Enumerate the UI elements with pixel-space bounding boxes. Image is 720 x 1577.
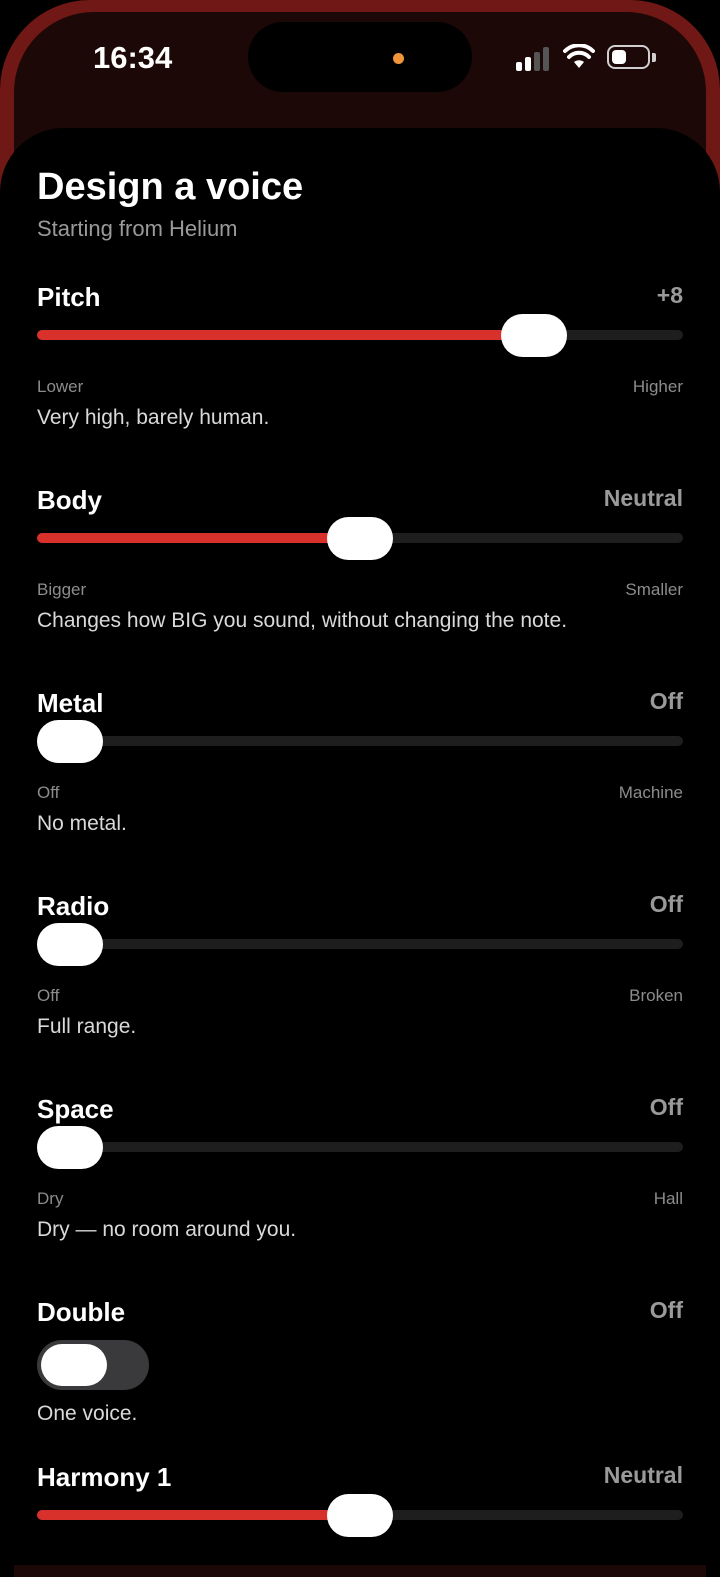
battery-icon [607, 45, 650, 69]
slider-label: Space [37, 1094, 114, 1124]
slider-value: Off [649, 891, 683, 917]
slider-label: Pitch [37, 282, 101, 312]
slider-value: +8 [656, 282, 683, 308]
slider-label: Body [37, 485, 102, 515]
slider-track[interactable] [37, 330, 683, 340]
slider-thumb[interactable] [327, 517, 393, 560]
slider-min-label: Lower [37, 377, 84, 396]
slider-max-label: Machine [618, 783, 683, 802]
cellular-signal-icon [516, 47, 550, 71]
slider-fill [37, 1510, 360, 1520]
slider-min-label: Off [37, 783, 60, 802]
slider-max-label: Higher [632, 377, 683, 396]
slider-description: Changes how BIG you sound, without chang… [37, 609, 568, 632]
slider-value: Neutral [603, 485, 683, 511]
slider-description: Full range. [37, 1015, 137, 1038]
toggle-value: Off [649, 1297, 683, 1323]
dynamic-island [248, 22, 472, 92]
slider-fill [37, 330, 534, 340]
slider-max-label: Smaller [625, 580, 683, 599]
wifi-icon [563, 44, 595, 68]
slider-value: Off [649, 1094, 683, 1120]
slider-label: Radio [37, 891, 110, 921]
slider-max-label: Broken [629, 986, 683, 1005]
slider-description: Very high, barely human. [37, 406, 270, 429]
double-toggle[interactable] [37, 1340, 149, 1390]
slider-thumb[interactable] [327, 1494, 393, 1537]
status-time: 16:34 [93, 40, 173, 75]
slider-min-label: Dry [37, 1189, 64, 1208]
slider-label: Metal [37, 688, 104, 718]
slider-thumb[interactable] [37, 923, 103, 966]
slider-thumb[interactable] [37, 1126, 103, 1169]
toggle-description: One voice. [37, 1402, 138, 1425]
slider-description: No metal. [37, 812, 127, 835]
slider-value: Off [649, 688, 683, 714]
slider-min-label: Bigger [37, 580, 87, 599]
toggle-label: Double [37, 1297, 126, 1327]
slider-label: Harmony 1 [37, 1462, 172, 1492]
page-subtitle: Starting from Helium [37, 216, 238, 241]
battery-cap [652, 53, 656, 62]
slider-thumb[interactable] [501, 314, 567, 357]
slider-thumb[interactable] [37, 720, 103, 763]
slider-max-label: Hall [653, 1189, 683, 1208]
mic-indicator-icon [393, 53, 404, 64]
slider-description: Dry — no room around you. [37, 1218, 297, 1241]
slider-track[interactable] [37, 1142, 683, 1152]
slider-fill [37, 533, 360, 543]
page-title: Design a voice [37, 166, 304, 208]
slider-track[interactable] [37, 939, 683, 949]
slider-value: Neutral [603, 1462, 683, 1488]
slider-min-label: Off [37, 986, 60, 1005]
slider-track[interactable] [37, 736, 683, 746]
toggle-knob [41, 1344, 107, 1386]
